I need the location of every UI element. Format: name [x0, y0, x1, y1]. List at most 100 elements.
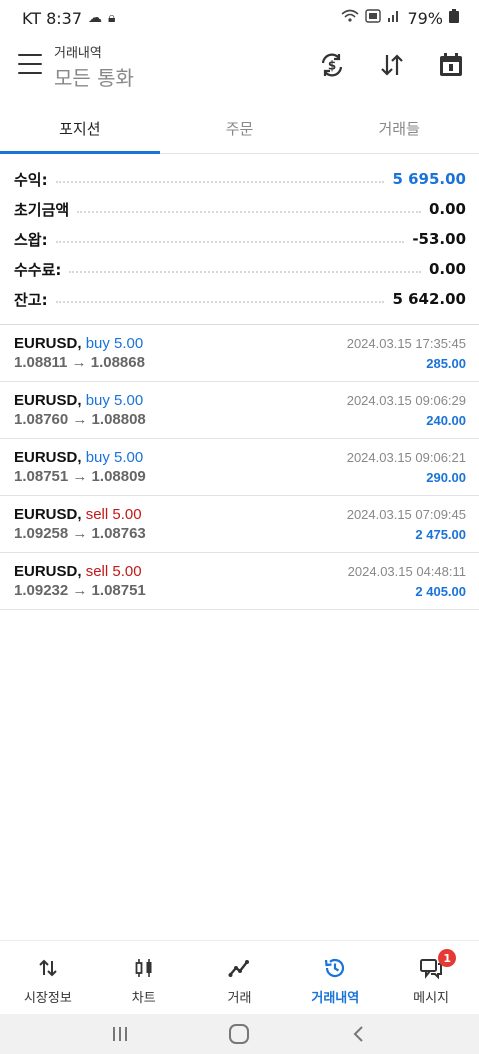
- battery-icon: [449, 9, 459, 27]
- nav-label: 시장정보: [23, 991, 72, 1006]
- sort-arrows-icon: [381, 54, 403, 76]
- summary-row-profit: 수익: 5 695.00: [14, 164, 466, 194]
- summary-value: 0.00: [428, 200, 466, 218]
- tab-deals[interactable]: 거래들: [319, 104, 479, 153]
- recent-apps-button[interactable]: [100, 1019, 140, 1049]
- deal-title: EURUSD, buy 5.00: [14, 392, 143, 409]
- deal-direction: buy 5.00: [85, 335, 144, 352]
- sort-button[interactable]: [377, 50, 407, 80]
- home-button[interactable]: [219, 1019, 259, 1049]
- nav-item-quotes[interactable]: 시장정보: [0, 941, 96, 1012]
- summary-value: 0.00: [428, 260, 466, 278]
- back-button[interactable]: [339, 1019, 379, 1049]
- cloud-icon: ☁: [88, 10, 103, 26]
- deal-symbol: EURUSD,: [14, 335, 82, 352]
- deal-profit: 2 405.00: [415, 584, 466, 599]
- deal-symbol: EURUSD,: [14, 449, 82, 466]
- candlestick-icon: [132, 955, 156, 981]
- hd-voice-icon: [365, 9, 382, 27]
- home-icon: [229, 1024, 250, 1044]
- period-calendar-button[interactable]: [436, 50, 466, 80]
- status-right: 79%: [341, 9, 459, 28]
- deal-row[interactable]: EURUSD, sell 5.00 1.09258 → 1.08763 2024…: [0, 496, 479, 553]
- deal-time: 2024.03.15 07:09:45: [346, 507, 466, 522]
- deal-prices: 1.08811 → 1.08868: [14, 354, 145, 371]
- deal-prices: 1.08760 → 1.08808: [14, 411, 146, 428]
- summary-label: 스왑:: [14, 230, 48, 249]
- deal-symbol: EURUSD,: [14, 506, 82, 523]
- summary-row-commission: 수수료: 0.00: [14, 254, 466, 284]
- bottom-navigation: 시장정보 차트 거래 거래내역 1 메시지: [0, 940, 479, 1012]
- deal-direction: buy 5.00: [85, 392, 144, 409]
- summary-label: 초기금액: [14, 200, 70, 219]
- summary-label: 수익:: [14, 170, 48, 189]
- trade-line-icon: [227, 955, 251, 981]
- deal-profit: 2 475.00: [415, 527, 466, 542]
- calendar-icon: [440, 53, 462, 76]
- nav-label: 거래내역: [311, 991, 360, 1006]
- summary-label: 잔고:: [14, 290, 48, 309]
- deal-symbol: EURUSD,: [14, 392, 82, 409]
- nav-item-trade[interactable]: 거래: [192, 941, 288, 1012]
- dotted-leader: [77, 211, 421, 213]
- dotted-leader: [55, 241, 405, 243]
- currency-cycle-icon: $: [321, 53, 343, 77]
- quotes-arrows-icon: [36, 955, 60, 981]
- deal-title: EURUSD, buy 5.00: [14, 449, 143, 466]
- deal-title: EURUSD, buy 5.00: [14, 335, 143, 352]
- deal-row[interactable]: EURUSD, sell 5.00 1.09232 → 1.08751 2024…: [0, 553, 479, 610]
- deal-list: EURUSD, buy 5.00 1.08811 → 1.08868 2024.…: [0, 325, 479, 610]
- nav-item-chart[interactable]: 차트: [96, 941, 192, 1012]
- deal-row[interactable]: EURUSD, buy 5.00 1.08751 → 1.08809 2024.…: [0, 439, 479, 496]
- currency-exchange-button[interactable]: $: [317, 50, 347, 80]
- nav-label: 거래: [227, 991, 252, 1006]
- deal-direction: sell 5.00: [85, 563, 142, 580]
- summary-value: 5 695.00: [392, 170, 466, 188]
- deal-title: EURUSD, sell 5.00: [14, 563, 142, 580]
- deal-profit: 290.00: [426, 470, 466, 485]
- deal-time: 2024.03.15 17:35:45: [346, 336, 466, 351]
- status-left: KT 8:37 ☁ 🔒︎: [22, 9, 116, 28]
- deal-time: 2024.03.15 09:06:29: [346, 393, 466, 408]
- deal-prices: 1.09258 → 1.08763: [14, 525, 146, 542]
- symbol-filter-title[interactable]: 모든 통화: [54, 62, 134, 91]
- deal-direction: sell 5.00: [85, 506, 142, 523]
- app-bar: 거래내역 모든 통화 $: [0, 40, 479, 104]
- system-navigation-bar: [0, 1014, 479, 1054]
- dotted-leader: [69, 271, 421, 273]
- svg-text:$: $: [328, 59, 336, 73]
- history-tabs: 포지션 주문 거래들: [0, 104, 479, 154]
- history-clock-icon: [323, 955, 347, 981]
- tab-positions[interactable]: 포지션: [0, 104, 160, 154]
- summary-row-balance: 잔고: 5 642.00: [14, 284, 466, 314]
- lock-icon: 🔒︎: [108, 10, 116, 26]
- wifi-icon: [341, 9, 359, 27]
- tab-orders[interactable]: 주문: [160, 104, 320, 153]
- recent-apps-icon: [112, 1027, 127, 1041]
- deal-symbol: EURUSD,: [14, 563, 82, 580]
- deal-row[interactable]: EURUSD, buy 5.00 1.08811 → 1.08868 2024.…: [0, 325, 479, 382]
- status-bar: KT 8:37 ☁ 🔒︎ 79%: [0, 0, 479, 36]
- dotted-leader: [55, 181, 385, 183]
- nav-label: 메시지: [413, 991, 450, 1006]
- summary-row-swap: 스왑: -53.00: [14, 224, 466, 254]
- deal-prices: 1.08751 → 1.08809: [14, 468, 146, 485]
- deal-profit: 285.00: [426, 356, 466, 371]
- nav-label: 차트: [131, 991, 156, 1006]
- back-chevron-icon: [353, 1026, 363, 1042]
- deal-direction: buy 5.00: [85, 449, 144, 466]
- summary-value: -53.00: [412, 230, 466, 248]
- dotted-leader: [55, 301, 385, 303]
- signal-icon: [387, 9, 401, 27]
- summary-value: 5 642.00: [392, 290, 466, 308]
- battery-percent: 79%: [407, 8, 443, 28]
- nav-item-history[interactable]: 거래내역: [287, 941, 383, 1012]
- deal-profit: 240.00: [426, 413, 466, 428]
- deal-prices: 1.09232 → 1.08751: [14, 582, 146, 599]
- deal-time: 2024.03.15 04:48:11: [347, 564, 466, 579]
- hamburger-menu-icon[interactable]: [18, 54, 42, 74]
- nav-item-messages[interactable]: 1 메시지: [383, 941, 479, 1012]
- deal-row[interactable]: EURUSD, buy 5.00 1.08760 → 1.08808 2024.…: [0, 382, 479, 439]
- page-subtitle: 거래내역: [54, 46, 102, 61]
- account-summary: 수익: 5 695.00 초기금액 0.00 스왑: -53.00 수수료: 0…: [0, 164, 479, 314]
